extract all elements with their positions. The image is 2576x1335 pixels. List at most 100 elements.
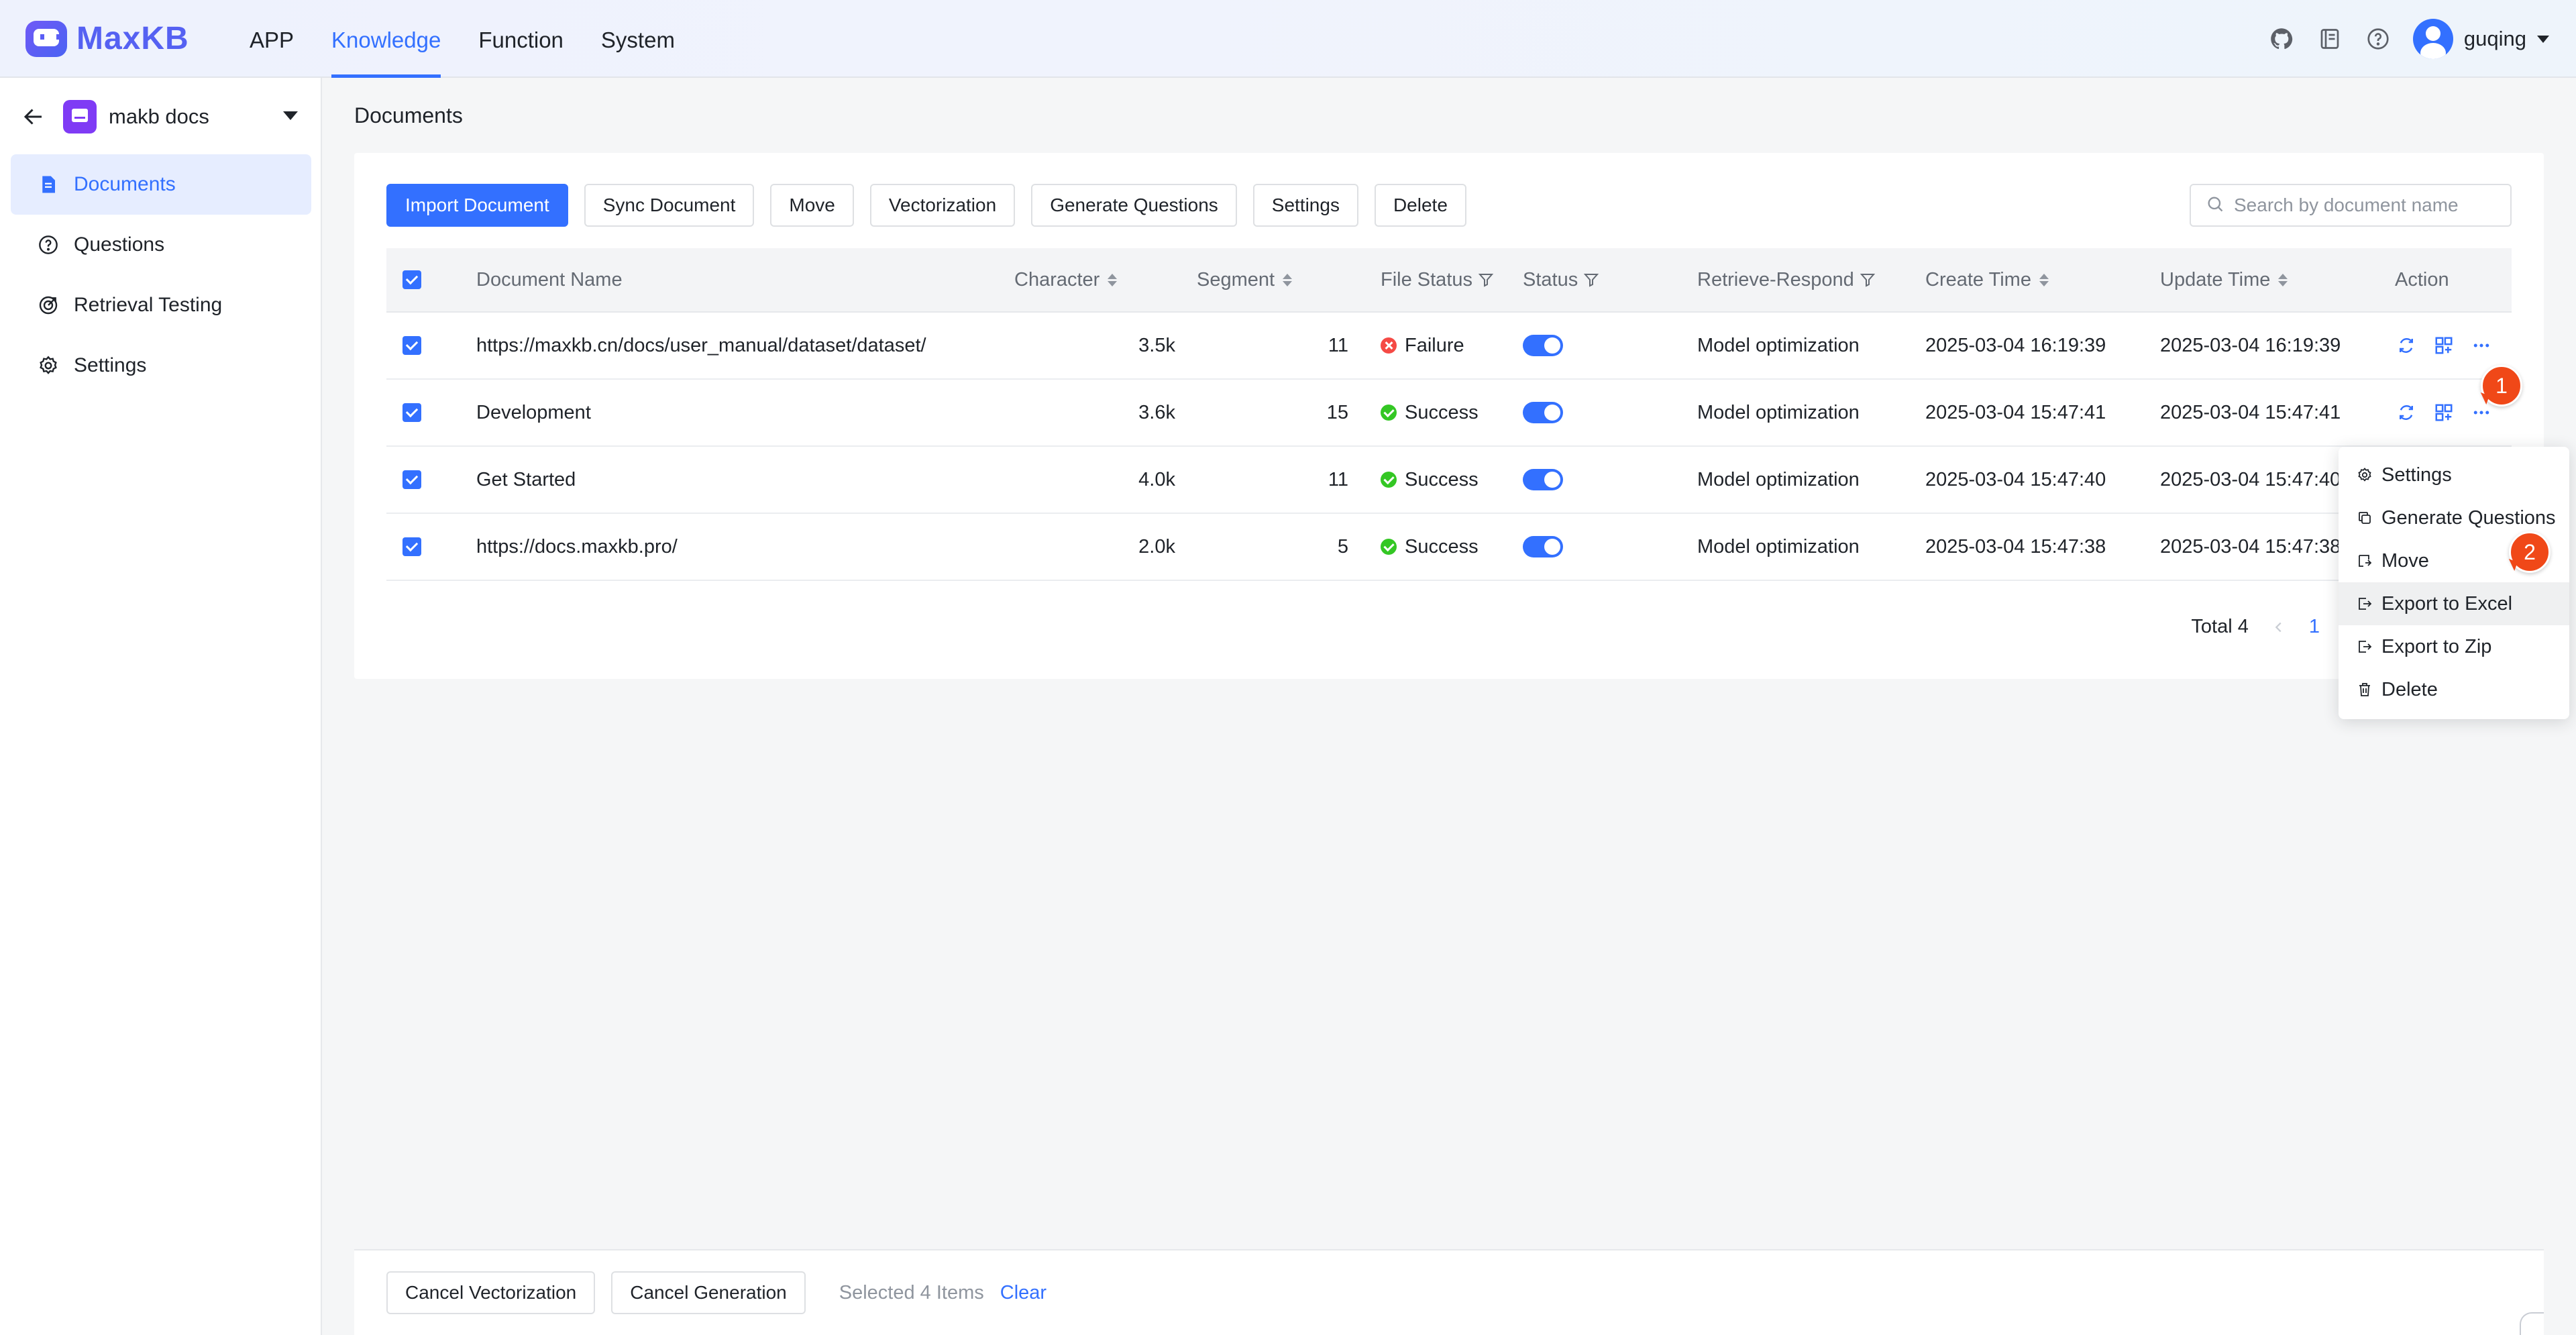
move-button[interactable]: Move <box>770 184 854 227</box>
selected-count: Selected 4 Items <box>839 1281 984 1303</box>
app-logo[interactable]: MaxKB <box>25 20 189 57</box>
status-toggle[interactable] <box>1523 536 1563 557</box>
row-checkbox[interactable] <box>402 470 421 489</box>
help-icon[interactable] <box>2365 25 2392 52</box>
user-menu-caret-icon[interactable] <box>2537 35 2549 43</box>
sidebar-item-settings[interactable]: Settings <box>11 335 311 396</box>
segment-count: 11 <box>1328 468 1348 490</box>
create-time: 2025-03-04 15:47:41 <box>1925 401 2106 423</box>
knowledge-base-selector[interactable]: makb docs <box>20 98 302 136</box>
row-actions <box>2395 334 2512 357</box>
update-time: 2025-03-04 15:47:41 <box>2160 401 2341 423</box>
dropdown-item-settings[interactable]: Settings <box>2339 453 2569 496</box>
document-name[interactable]: Development <box>476 402 1014 424</box>
bulk-action-bar: Cancel Vectorization Cancel Generation S… <box>354 1249 2544 1335</box>
cancel-vectorization-button[interactable]: Cancel Vectorization <box>386 1271 596 1314</box>
column-header-file-status[interactable]: File Status <box>1348 269 1523 291</box>
status-toggle[interactable] <box>1523 469 1563 490</box>
dropdown-item-label: Settings <box>2381 464 2452 486</box>
column-header-retrieve-respond[interactable]: Retrieve-Respond <box>1697 269 1925 291</box>
table-row[interactable]: https://maxkb.cn/docs/user_manual/datase… <box>386 313 2512 380</box>
sidebar-item-label: Settings <box>74 354 147 376</box>
user-avatar[interactable] <box>2412 19 2453 59</box>
nav-item-system[interactable]: System <box>601 0 675 78</box>
dropdown-item-export-zip[interactable]: Export to Zip <box>2339 625 2569 668</box>
filter-icon[interactable] <box>1583 272 1599 288</box>
prev-page-icon[interactable] <box>2269 617 2289 637</box>
column-header-create-time[interactable]: Create Time <box>1925 269 2160 291</box>
row-checkbox[interactable] <box>402 336 421 355</box>
table-row[interactable]: Development 3.6k 15 Success Model optimi… <box>386 380 2512 447</box>
sidebar-item-label: Documents <box>74 173 176 195</box>
column-label: Character <box>1014 268 1100 290</box>
document-name[interactable]: https://docs.maxkb.pro/ <box>476 536 1014 558</box>
clear-selection-link[interactable]: Clear <box>1000 1282 1046 1304</box>
dropdown-item-label: Export to Zip <box>2381 635 2492 657</box>
sort-icon[interactable] <box>2278 273 2288 286</box>
column-label: Retrieve-Respond <box>1697 268 1854 290</box>
page-number[interactable]: 1 <box>2309 616 2320 638</box>
username[interactable]: guqing <box>2464 27 2526 51</box>
dropdown-item-delete[interactable]: Delete <box>2339 668 2569 711</box>
docs-book-icon[interactable] <box>2316 25 2343 52</box>
status-toggle[interactable] <box>1523 335 1563 356</box>
dropdown-item-export-excel[interactable]: Export to Excel <box>2339 582 2569 625</box>
more-icon[interactable] <box>2470 334 2493 357</box>
sort-icon[interactable] <box>1108 273 1118 286</box>
back-arrow-icon[interactable] <box>20 103 47 130</box>
sidebar-menu: Documents Questions Retrieval Testing Se… <box>11 154 311 396</box>
nav-item-app[interactable]: APP <box>250 0 294 78</box>
github-icon[interactable] <box>2268 25 2295 52</box>
refresh-icon[interactable] <box>2395 334 2418 357</box>
row-checkbox[interactable] <box>402 537 421 556</box>
sort-icon[interactable] <box>1283 273 1293 286</box>
vectorization-button[interactable]: Vectorization <box>869 184 1016 227</box>
settings-button[interactable]: Settings <box>1252 184 1358 227</box>
generate-questions-button[interactable]: Generate Questions <box>1031 184 1237 227</box>
segment-count: 15 <box>1326 401 1348 423</box>
row-checkbox[interactable] <box>402 403 421 422</box>
question-circle-icon <box>36 233 60 257</box>
document-name[interactable]: https://maxkb.cn/docs/user_manual/datase… <box>476 335 1014 357</box>
column-header-character[interactable]: Character <box>1014 269 1175 291</box>
sidebar-item-retrieval-testing[interactable]: Retrieval Testing <box>11 275 311 335</box>
resize-handle[interactable] <box>2520 1312 2544 1335</box>
column-header-status[interactable]: Status <box>1523 269 1697 291</box>
retrieve-respond: Model optimization <box>1697 468 1860 490</box>
export-icon <box>2356 638 2373 655</box>
chevron-down-icon[interactable] <box>283 111 298 120</box>
cancel-generation-button[interactable]: Cancel Generation <box>611 1271 806 1314</box>
select-all-checkbox[interactable] <box>402 270 421 289</box>
table-row[interactable]: Get Started 4.0k 11 Success Model optimi… <box>386 447 2512 514</box>
filter-icon[interactable] <box>1860 272 1876 288</box>
column-header-update-time[interactable]: Update Time <box>2160 269 2395 291</box>
search-icon <box>2206 195 2224 217</box>
update-time: 2025-03-04 16:19:39 <box>2160 334 2341 356</box>
sort-icon[interactable] <box>2039 273 2049 286</box>
segments-icon[interactable] <box>2432 401 2455 424</box>
sidebar: makb docs Documents Questions Retrieval … <box>0 78 322 1335</box>
search-input[interactable] <box>2234 195 2502 216</box>
page-title: Documents <box>354 103 463 127</box>
status-toggle[interactable] <box>1523 402 1563 423</box>
column-header-segment[interactable]: Segment <box>1175 269 1348 291</box>
document-name[interactable]: Get Started <box>476 469 1014 491</box>
column-label: Action <box>2395 268 2449 290</box>
refresh-icon[interactable] <box>2395 401 2418 424</box>
copy-icon <box>2356 509 2373 527</box>
sidebar-item-documents[interactable]: Documents <box>11 154 311 215</box>
documents-table: Document Name Character Segment File Sta… <box>386 248 2512 581</box>
character-count: 4.0k <box>1138 468 1175 490</box>
nav-item-knowledge[interactable]: Knowledge <box>331 0 441 78</box>
filter-icon[interactable] <box>1478 272 1494 288</box>
nav-item-function[interactable]: Function <box>478 0 564 78</box>
sync-document-button[interactable]: Sync Document <box>584 184 755 227</box>
table-row[interactable]: https://docs.maxkb.pro/ 2.0k 5 Success M… <box>386 514 2512 581</box>
delete-button[interactable]: Delete <box>1374 184 1466 227</box>
more-icon[interactable] <box>2470 401 2493 424</box>
import-document-button[interactable]: Import Document <box>386 184 568 227</box>
retrieve-respond: Model optimization <box>1697 401 1860 423</box>
segments-icon[interactable] <box>2432 334 2455 357</box>
sidebar-item-questions[interactable]: Questions <box>11 215 311 275</box>
export-icon <box>2356 595 2373 612</box>
